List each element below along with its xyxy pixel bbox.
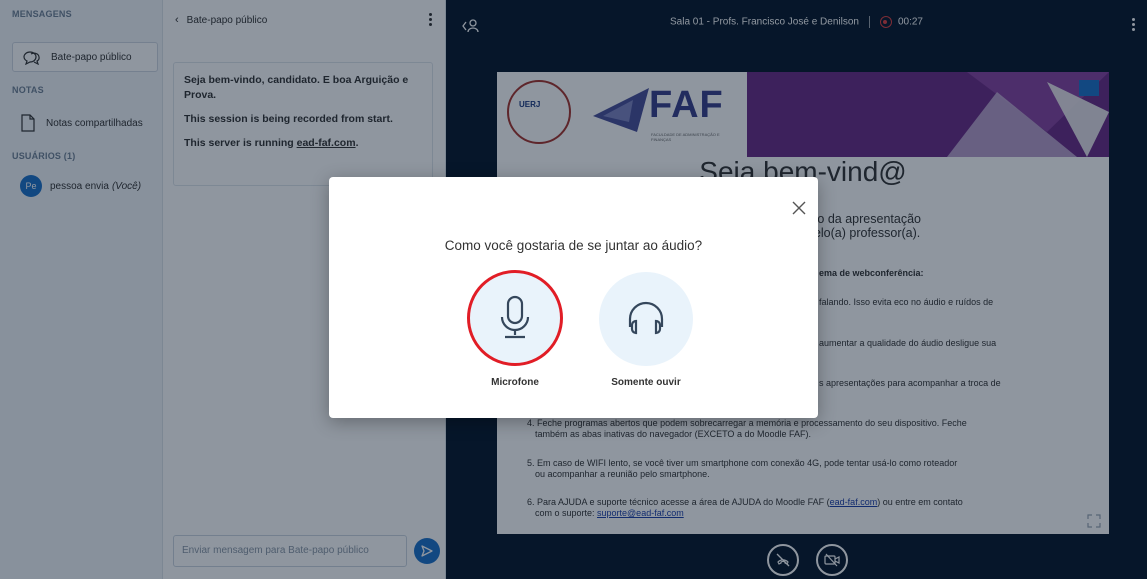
microphone-label: Microfone [491, 377, 539, 388]
listen-only-option-circle[interactable] [599, 272, 693, 366]
listen-only-button[interactable]: Somente ouvir [596, 267, 696, 388]
listen-only-label: Somente ouvir [611, 377, 681, 388]
close-icon[interactable] [791, 200, 807, 216]
microphone-option-circle[interactable] [467, 270, 563, 366]
headphones-icon [628, 301, 664, 335]
microphone-icon [500, 295, 530, 339]
microphone-button[interactable]: Microfone [465, 267, 565, 388]
join-audio-modal: Como você gostaria de se juntar ao áudio… [329, 177, 818, 418]
modal-question: Como você gostaria de se juntar ao áudio… [444, 238, 703, 253]
